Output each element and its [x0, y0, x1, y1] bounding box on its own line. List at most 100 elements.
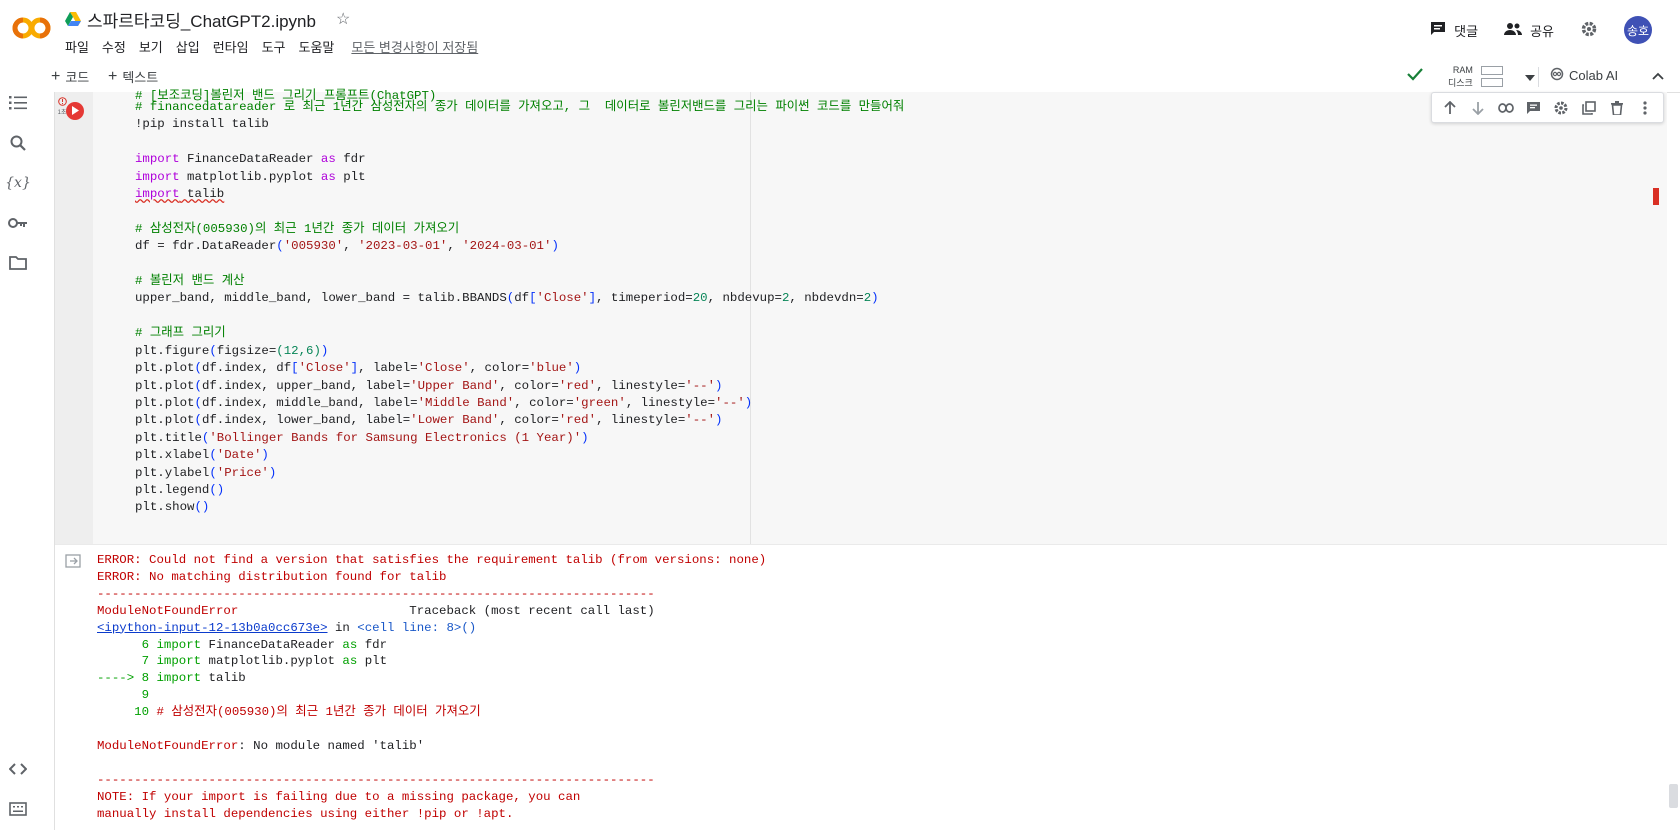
- scrollbar-thumb[interactable]: [1669, 784, 1678, 808]
- notebook-title[interactable]: 스파르타코딩_ChatGPT2.ipynb: [87, 7, 316, 32]
- traceback-arrow: ----> 8: [97, 671, 157, 686]
- saved-status[interactable]: 모든 변경사항이 저장됨: [351, 37, 478, 56]
- output-text-token: (): [461, 620, 477, 635]
- code-token: plt.plot: [135, 378, 195, 393]
- code-string: 'Bollinger Bands for Samsung Electronics…: [209, 430, 582, 445]
- code-token: plt.xlabel: [135, 448, 210, 463]
- code-snippets-icon[interactable]: [7, 758, 29, 780]
- menu-file[interactable]: 파일: [65, 37, 95, 56]
- comment-icon[interactable]: [1525, 99, 1543, 117]
- trash-icon[interactable]: [1608, 99, 1626, 117]
- code-number: 20: [692, 291, 708, 306]
- star-icon[interactable]: ☆: [336, 9, 350, 29]
- code-string: 'red': [558, 413, 597, 428]
- menu-edit[interactable]: 수정: [102, 37, 132, 56]
- code-token: plt.ylabel: [135, 465, 210, 480]
- traceback-keyword: import: [156, 637, 202, 652]
- code-token: plt.plot: [135, 361, 195, 376]
- cell-gutter: 1초: [55, 92, 93, 544]
- resource-monitor[interactable]: RAM 디스크: [1406, 61, 1535, 92]
- code-token: fdr: [335, 152, 366, 167]
- chevron-up-icon[interactable]: [1652, 67, 1664, 83]
- code-comment: # financedatareader 로 최근 1년간 삼성전자의 종가 데이…: [135, 100, 905, 114]
- output-divider: ----------------------------------------…: [97, 772, 655, 787]
- code-string: 'Middle Band': [417, 395, 515, 410]
- code-number: (12,6): [276, 343, 321, 358]
- code-keyword: as: [320, 169, 336, 184]
- play-icon: [71, 102, 79, 120]
- variables-icon[interactable]: {x}: [5, 172, 31, 194]
- add-code-button[interactable]: + 코드: [51, 67, 89, 86]
- gear-icon[interactable]: [1552, 99, 1570, 117]
- arrow-up-icon[interactable]: [1441, 99, 1459, 117]
- menu-runtime[interactable]: 런타임: [213, 37, 255, 56]
- code-cell[interactable]: 1초 # [보조코딩]볼린저 밴드 그리기 프롬프트(ChatGPT) # fi…: [55, 89, 1667, 544]
- chevron-down-icon[interactable]: [1524, 68, 1535, 86]
- code-token: , label=: [358, 361, 418, 376]
- error-scroll-marker: [1653, 188, 1659, 205]
- traceback-keyword: as: [342, 654, 358, 669]
- cell-line-link[interactable]: <cell line: 8>: [357, 621, 461, 635]
- cell-error-status: 1초: [57, 97, 67, 117]
- plus-icon: +: [51, 68, 61, 85]
- menu-help[interactable]: 도움말: [299, 37, 341, 56]
- code-token: plt.plot: [135, 395, 195, 410]
- arrow-down-icon[interactable]: [1469, 99, 1487, 117]
- traceback-lineno: 10: [97, 705, 157, 720]
- menu-tools[interactable]: 도구: [262, 37, 292, 56]
- colab-logo[interactable]: [12, 14, 52, 42]
- code-string: '2023-03-01': [358, 239, 448, 254]
- code-token: , color=: [469, 361, 530, 376]
- disk-bar: [1480, 78, 1503, 87]
- share-label: 공유: [1530, 23, 1554, 39]
- code-token: figsize=: [216, 343, 277, 358]
- cell-output: ERROR: Could not find a version that sat…: [55, 544, 1667, 831]
- code-token: df.index, df: [201, 361, 292, 376]
- code-string: '2024-03-01': [462, 239, 552, 254]
- code-token: , linestyle=: [596, 378, 686, 393]
- code-token: plt.plot: [135, 413, 195, 428]
- code-token: plt.legend: [135, 482, 210, 497]
- code-string: '005930': [283, 239, 344, 254]
- code-token: FinanceDataReader: [179, 152, 321, 167]
- code-token: df: [514, 291, 530, 306]
- traceback-lineno: 7: [97, 654, 157, 669]
- code-token-squiggle: talib: [179, 187, 225, 202]
- colab-ai-button[interactable]: Colab AI: [1550, 67, 1618, 84]
- link-icon[interactable]: [1497, 99, 1515, 117]
- traceback-code: FinanceDataReader: [201, 637, 343, 652]
- people-icon: [1504, 22, 1523, 39]
- ram-bar: [1480, 66, 1503, 75]
- menu-insert[interactable]: 삽입: [176, 37, 206, 56]
- share-button[interactable]: 공유: [1504, 21, 1554, 40]
- mirror-cell-icon[interactable]: [1580, 99, 1598, 117]
- table-of-contents-icon[interactable]: [7, 92, 29, 114]
- user-avatar[interactable]: 송호: [1624, 16, 1652, 44]
- code-string: 'Upper Band': [410, 378, 500, 393]
- output-error-line: ERROR: No matching distribution found fo…: [97, 569, 447, 584]
- code-keyword: import: [135, 169, 180, 184]
- comment-button[interactable]: 댓글: [1430, 21, 1478, 40]
- code-text[interactable]: # financedatareader 로 최근 1년간 삼성전자의 종가 데이…: [135, 99, 904, 517]
- ipython-input-link[interactable]: <ipython-input-12-13b0a0cc673e>: [97, 621, 328, 635]
- run-cell-button[interactable]: [66, 102, 84, 120]
- key-icon[interactable]: [7, 212, 29, 234]
- code-token: plt.title: [135, 430, 202, 445]
- more-vert-icon[interactable]: [1636, 99, 1654, 117]
- folder-icon[interactable]: [7, 252, 29, 274]
- code-token: , color=: [514, 395, 574, 410]
- command-palette-icon[interactable]: [7, 798, 29, 820]
- google-drive-icon[interactable]: [65, 12, 81, 26]
- search-icon[interactable]: [7, 132, 29, 154]
- traceback-comment: # 삼성전자(005930)의 최근 1년간 종가 데이터 가져오기: [156, 705, 481, 720]
- output-actions-icon[interactable]: [65, 554, 83, 568]
- app-header: 스파르타코딩_ChatGPT2.ipynb ☆ 파일 수정 보기 삽입 런타임 …: [0, 0, 1680, 60]
- menu-bar: 파일 수정 보기 삽입 런타임 도구 도움말 모든 변경사항이 저장됨: [65, 37, 478, 56]
- code-editor[interactable]: # [보조코딩]볼린저 밴드 그리기 프롬프트(ChatGPT) # finan…: [93, 89, 1667, 544]
- traceback-header: Traceback (most recent call last): [238, 603, 655, 618]
- add-code-label: 코드: [65, 70, 90, 85]
- menu-view[interactable]: 보기: [139, 37, 169, 56]
- settings-button[interactable]: [1580, 20, 1598, 41]
- add-text-button[interactable]: + 텍스트: [108, 67, 158, 86]
- code-string: 'Price': [216, 465, 269, 480]
